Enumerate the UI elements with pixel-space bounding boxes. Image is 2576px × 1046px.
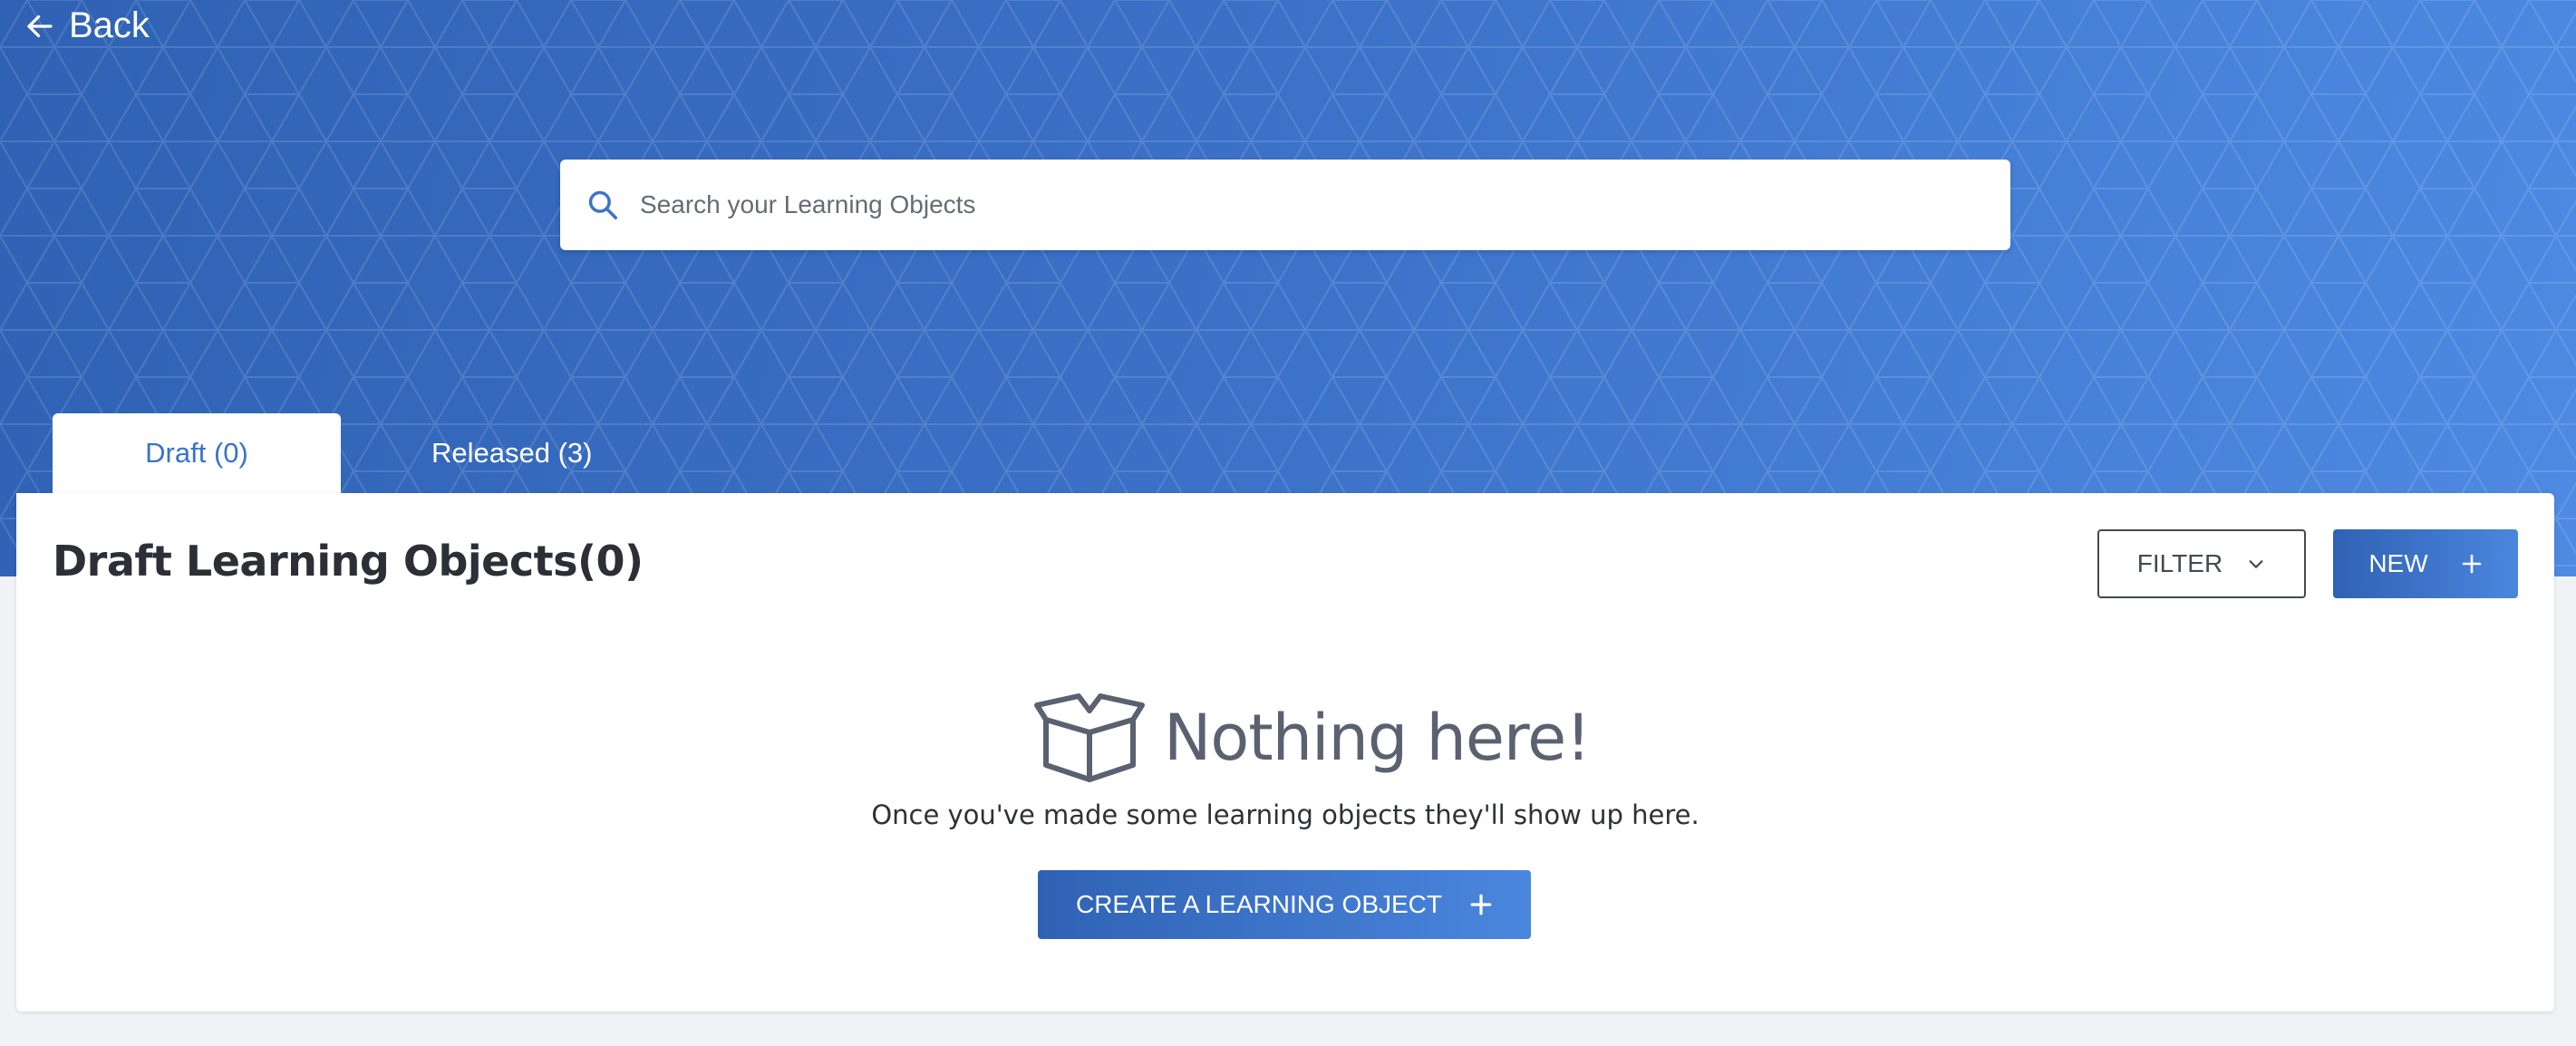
empty-state-title: Nothing here! <box>1164 701 1591 775</box>
draft-objects-panel: Draft Learning Objects(0) FILTER NEW Not… <box>16 493 2554 1012</box>
tab-draft-label: Draft (0) <box>145 437 248 469</box>
create-button-label: CREATE A LEARNING OBJECT <box>1075 890 1443 918</box>
open-box-icon <box>1034 693 1145 782</box>
page-title: Draft Learning Objects(0) <box>53 537 644 586</box>
filter-button-label: FILTER <box>2136 549 2223 577</box>
tab-draft[interactable]: Draft (0) <box>53 413 341 493</box>
filter-button[interactable]: FILTER <box>2097 529 2306 598</box>
empty-state-message: Once you've made some learning objects t… <box>871 799 1700 830</box>
search-input[interactable] <box>638 189 2010 220</box>
create-learning-object-button[interactable]: CREATE A LEARNING OBJECT <box>1038 870 1531 939</box>
new-button-label: NEW <box>2368 549 2428 577</box>
arrow-left-icon <box>27 15 53 37</box>
plus-icon <box>2462 554 2481 574</box>
back-label: Back <box>69 5 150 45</box>
plus-icon <box>1470 894 1492 915</box>
hex-pattern-background <box>0 0 2576 576</box>
search-icon <box>588 190 617 219</box>
empty-state-header: Nothing here! <box>1033 692 1591 783</box>
header-banner: Back Draft (0) Released (3) <box>0 0 2576 576</box>
back-link[interactable]: Back <box>24 5 150 46</box>
tab-released-label: Released (3) <box>431 437 593 469</box>
search-bar <box>560 160 2010 250</box>
chevron-down-icon <box>2249 560 2263 568</box>
new-button[interactable]: NEW <box>2333 529 2518 598</box>
tab-released[interactable]: Released (3) <box>397 413 626 493</box>
